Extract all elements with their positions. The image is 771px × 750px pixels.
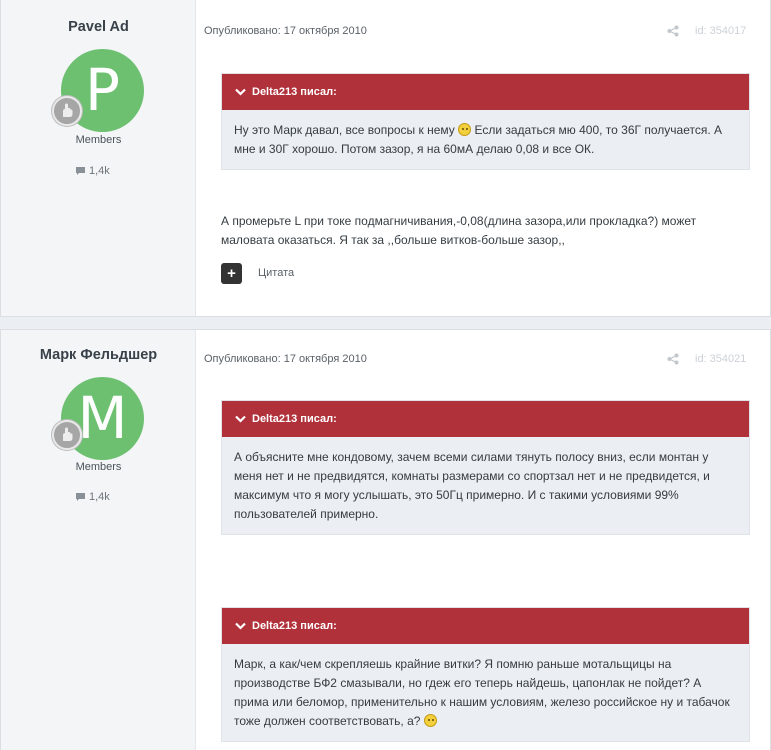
share-icon[interactable] xyxy=(667,353,679,365)
quote-block: Delta213 писал: А объясните мне кондовом… xyxy=(221,400,750,535)
quote-header[interactable]: Delta213 писал: xyxy=(222,74,749,110)
quote-text: А объясните мне кондовому, зачем всеми с… xyxy=(234,450,710,521)
post-date[interactable]: Опубликовано: 17 октября 2010 xyxy=(204,353,367,365)
post-content: Опубликовано: 17 октября 2010 id: 354017… xyxy=(196,0,770,316)
quote-text-part: Марк, а как/чем скрепляешь крайние витки… xyxy=(234,657,730,728)
quote-header[interactable]: Delta213 писал: xyxy=(222,401,749,437)
comment-icon xyxy=(76,493,85,501)
member-group: Members xyxy=(75,134,122,146)
author-panel: Pavel Ad P Members 1,4k xyxy=(1,0,196,316)
plus-icon: + xyxy=(227,265,236,282)
post-id: id: 354021 xyxy=(695,353,747,365)
smiley-emoji-icon xyxy=(458,123,472,136)
author-panel: Марк Фельдшер M Members 1,4k xyxy=(1,330,196,750)
quote-author: Delta213 писал: xyxy=(252,86,337,98)
reputation-count: 1,4k xyxy=(89,491,110,503)
post-content: Опубликовано: 17 октября 2010 id: 354021… xyxy=(196,330,770,750)
post-date[interactable]: Опубликовано: 17 октября 2010 xyxy=(204,25,367,37)
member-group: Members xyxy=(75,461,122,473)
chevron-down-icon xyxy=(235,415,246,423)
post: Марк Фельдшер M Members 1,4k Опубликован… xyxy=(0,329,771,750)
chevron-down-icon xyxy=(235,88,246,96)
rank-badge-icon xyxy=(52,96,82,126)
reputation-count: 1,4k xyxy=(89,165,110,177)
reputation: 1,4k xyxy=(75,165,110,177)
quote-author: Delta213 писал: xyxy=(252,620,337,632)
quote-author: Delta213 писал: xyxy=(252,413,337,425)
reputation: 1,4k xyxy=(75,491,110,503)
quote-text-part: Ну это Марк давал, все вопросы к нему xyxy=(234,123,459,137)
post: Pavel Ad P Members 1,4k Опубликовано: 17… xyxy=(0,0,771,317)
chevron-down-icon xyxy=(235,622,246,630)
quote-link[interactable]: Цитата xyxy=(258,267,294,279)
comment-icon xyxy=(76,167,85,175)
multiquote-button[interactable]: + xyxy=(221,263,242,284)
author-name[interactable]: Марк Фельдшер xyxy=(1,347,196,363)
post-id: id: 354017 xyxy=(695,25,747,37)
quote-block: Delta213 писал: Марк, а как/чем скрепляе… xyxy=(221,607,750,742)
author-name[interactable]: Pavel Ad xyxy=(1,19,196,35)
quote-text: Ну это Марк давал, все вопросы к нему Ес… xyxy=(222,110,749,169)
quote-header[interactable]: Delta213 писал: xyxy=(222,608,749,644)
share-icon[interactable] xyxy=(667,25,679,37)
smiley-emoji-icon xyxy=(423,714,437,727)
post-body: А промерьте L при токе подмагничивания,-… xyxy=(221,214,697,247)
rank-badge-icon xyxy=(52,420,82,450)
quote-text: Марк, а как/чем скрепляешь крайние витки… xyxy=(222,644,749,741)
quote-block: Delta213 писал: Ну это Марк давал, все в… xyxy=(221,73,750,170)
